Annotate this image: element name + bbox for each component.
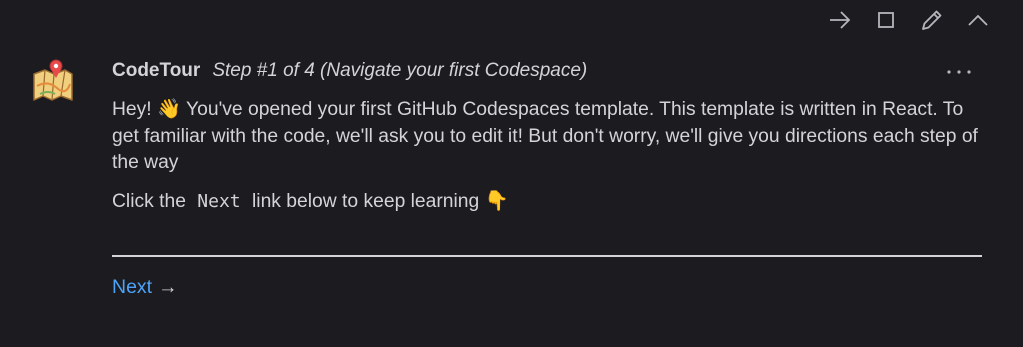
navigate-button[interactable] xyxy=(817,6,863,34)
next-arrow-icon: → xyxy=(158,276,178,298)
stop-button[interactable] xyxy=(863,6,909,34)
comment-header: CodeTour Step #1 of 4 (Navigate your fir… xyxy=(112,60,984,88)
more-actions-button[interactable] xyxy=(944,60,974,84)
comment-body: CodeTour Step #1 of 4 (Navigate your fir… xyxy=(112,60,984,215)
paragraph-2-text-b: link below to keep learning xyxy=(252,190,485,212)
map-icon xyxy=(33,59,73,101)
comment-toolbar xyxy=(817,6,1001,34)
comment-author: CodeTour xyxy=(112,60,201,81)
arrow-right-icon xyxy=(830,11,851,29)
comment-paragraph-2: Click the Next link below to keep learni… xyxy=(112,189,984,216)
comment-paragraph-1: Hey! 👋 You've opened your first GitHub C… xyxy=(112,97,984,177)
comment-title: Step #1 of 4 (Navigate your first Codesp… xyxy=(212,60,588,81)
codetour-avatar xyxy=(30,58,76,104)
chevron-up-icon xyxy=(968,14,988,26)
edit-button[interactable] xyxy=(909,6,955,34)
divider xyxy=(112,255,982,257)
waving-hand-emoji: 👋 xyxy=(157,99,182,120)
inline-code-next: Next xyxy=(197,190,241,212)
paragraph-2-text-a: Click the xyxy=(112,190,186,212)
next-link[interactable]: Next → xyxy=(112,276,178,299)
paragraph-1-text-a: Hey! xyxy=(112,99,158,120)
pointing-down-emoji: 👇 xyxy=(484,190,509,212)
ellipsis-icon xyxy=(947,70,971,74)
pencil-icon xyxy=(922,10,942,30)
paragraph-1-text-b: You've opened your first GitHub Codespac… xyxy=(112,99,978,173)
next-link-label: Next xyxy=(112,276,153,298)
collapse-button[interactable] xyxy=(955,6,1001,34)
square-icon xyxy=(878,12,894,28)
